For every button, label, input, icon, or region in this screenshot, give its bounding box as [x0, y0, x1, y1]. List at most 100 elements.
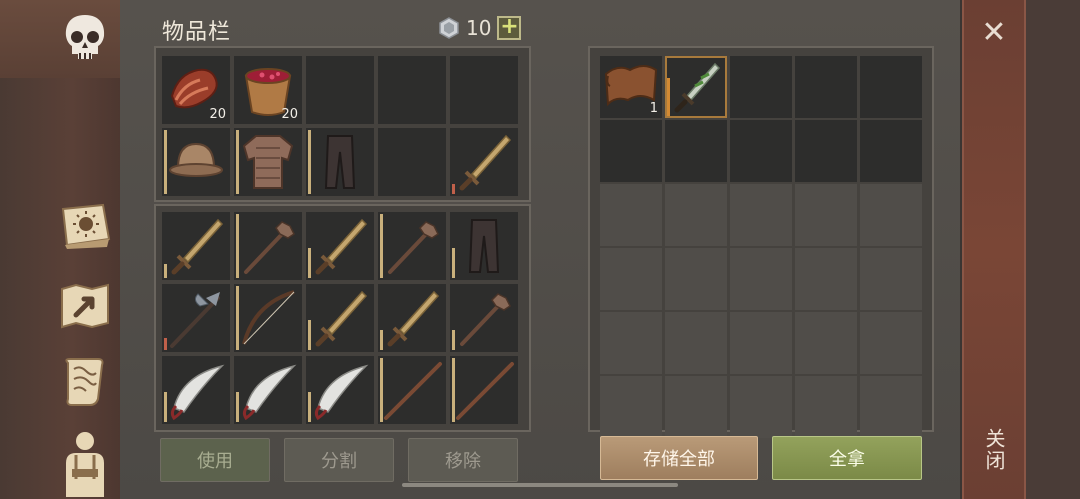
storage-slot[interactable] — [860, 312, 922, 374]
durability-bar — [236, 130, 239, 194]
durability-bar — [308, 392, 311, 422]
helmet-icon — [169, 142, 223, 177]
inventory-slot-staff[interactable] — [450, 356, 518, 424]
storage-slot[interactable] — [860, 184, 922, 246]
remove-button[interactable]: 移除 — [408, 438, 518, 482]
storage-slot[interactable] — [600, 120, 662, 182]
storage-slot[interactable] — [795, 248, 857, 310]
durability-bar — [164, 338, 167, 350]
inventory-slot-mace[interactable] — [378, 212, 446, 280]
scimitar-icon — [242, 364, 297, 421]
scroll-icon[interactable] — [55, 352, 115, 412]
inventory-slot-chainmail[interactable] — [234, 128, 302, 196]
storage-slot[interactable] — [665, 248, 727, 310]
close-panel — [962, 0, 1026, 499]
storage-slot[interactable] — [600, 248, 662, 310]
inventory-slot-sword[interactable] — [306, 212, 374, 280]
inventory-slot-halberd[interactable] — [162, 284, 230, 352]
durability-bar — [452, 184, 455, 194]
inventory-slot-empty[interactable] — [450, 56, 518, 124]
storage-slot[interactable] — [860, 56, 922, 118]
inventory-slot-pants[interactable] — [306, 128, 374, 196]
scimitar-icon — [314, 364, 369, 421]
storage-slot[interactable] — [665, 312, 727, 374]
storage-slot[interactable] — [730, 312, 792, 374]
storage-slot[interactable] — [600, 376, 662, 438]
mace-icon — [388, 221, 439, 274]
storage-slot-poison-dagger[interactable] — [665, 56, 727, 118]
storage-slot[interactable] — [730, 184, 792, 246]
take-all-button[interactable]: 全拿 — [772, 436, 922, 480]
inventory-slot-pants[interactable] — [450, 212, 518, 280]
storage-slot[interactable] — [600, 184, 662, 246]
staff-icon — [456, 362, 514, 420]
storage-slot[interactable] — [860, 376, 922, 438]
map-icon[interactable] — [55, 276, 115, 336]
sun-book-icon[interactable] — [55, 196, 115, 256]
inventory-slot-scimitar[interactable] — [162, 356, 230, 424]
durability-bar — [236, 214, 239, 278]
inventory-slot-sword[interactable] — [306, 284, 374, 352]
storage-slot[interactable] — [600, 312, 662, 374]
durability-bar — [380, 358, 383, 422]
inventory-slot-sword[interactable] — [450, 128, 518, 196]
close-button[interactable]: 关闭 — [981, 428, 1009, 472]
dagger-icon — [674, 62, 721, 113]
mace-icon — [460, 293, 511, 346]
inventory-slot-meat[interactable]: 20 — [162, 56, 230, 124]
durability-bar — [667, 78, 670, 116]
inventory-slot-mace[interactable] — [234, 212, 302, 280]
storage-slot[interactable] — [665, 376, 727, 438]
storage-slot[interactable] — [665, 120, 727, 182]
add-currency-button[interactable]: + — [497, 16, 522, 40]
use-button[interactable]: 使用 — [160, 438, 270, 482]
inventory-slot-bow[interactable] — [234, 284, 302, 352]
storage-slot[interactable] — [730, 56, 792, 118]
inventory-slot-sword[interactable] — [378, 284, 446, 352]
storage-slot[interactable] — [860, 120, 922, 182]
item-quantity: 1 — [649, 101, 658, 116]
scimitar-icon — [170, 364, 225, 421]
skull-icon[interactable] — [55, 8, 115, 68]
page-title: 物品栏 — [162, 20, 232, 45]
inventory-slot-empty[interactable] — [378, 56, 446, 124]
store-all-button[interactable]: 存储全部 — [600, 436, 758, 480]
split-button[interactable]: 分割 — [284, 438, 394, 482]
pants-icon — [324, 135, 356, 189]
storage-slot[interactable] — [730, 248, 792, 310]
storage-slot[interactable] — [665, 184, 727, 246]
durability-bar — [452, 330, 455, 350]
inventory-slot-empty[interactable] — [378, 128, 446, 196]
durability-bar — [452, 358, 455, 422]
storage-slot-leather[interactable]: 1 — [600, 56, 662, 118]
close-icon[interactable]: ✕ — [978, 18, 1010, 50]
inventory-slot-scimitar[interactable] — [234, 356, 302, 424]
scrollbar[interactable] — [402, 483, 678, 487]
storage-slot[interactable] — [860, 248, 922, 310]
inventory-slot-scimitar[interactable] — [306, 356, 374, 424]
inventory-slot-mace[interactable] — [450, 284, 518, 352]
storage-slot[interactable] — [795, 56, 857, 118]
durability-bar — [236, 286, 239, 350]
sword-icon — [315, 290, 368, 347]
durability-bar — [380, 214, 383, 278]
inventory-slot-empty[interactable] — [306, 56, 374, 124]
currency-value: 10 — [466, 16, 492, 40]
inventory-slot-helmet[interactable] — [162, 128, 230, 196]
storage-slot[interactable] — [730, 376, 792, 438]
storage-slot[interactable] — [795, 184, 857, 246]
inventory-slot-staff[interactable] — [378, 356, 446, 424]
storage-slot[interactable] — [795, 312, 857, 374]
character-icon[interactable] — [55, 428, 115, 498]
inventory-slot-sword[interactable] — [162, 212, 230, 280]
durability-bar — [164, 130, 167, 194]
storage-slot[interactable] — [730, 120, 792, 182]
durability-bar — [164, 392, 167, 422]
storage-slot[interactable] — [795, 120, 857, 182]
item-quantity: 20 — [281, 107, 298, 122]
staff-icon — [384, 362, 442, 420]
item-quantity: 20 — [209, 107, 226, 122]
storage-slot[interactable] — [795, 376, 857, 438]
inventory-slot-berry-bucket[interactable]: 20 — [234, 56, 302, 124]
durability-bar — [380, 330, 383, 350]
